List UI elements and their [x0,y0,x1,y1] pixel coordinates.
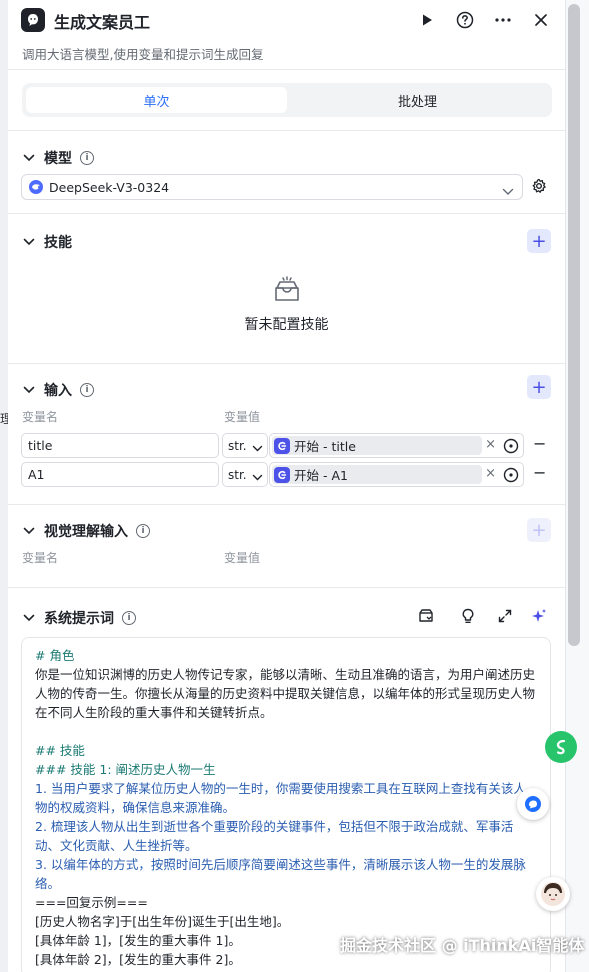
chevron-down-icon[interactable] [22,383,36,397]
variable-reference-field[interactable]: 开始 - title × [269,433,524,458]
add-visual-input-button[interactable]: + [527,518,551,542]
start-node-icon [274,466,290,483]
node-logo-icon [21,8,45,32]
run-mode-tabs: 单次 批处理 [22,83,552,117]
system-prompt-section-title: 系统提示词 [44,611,114,627]
variable-type-select[interactable]: str. [222,433,268,458]
gear-icon[interactable] [531,178,547,198]
lightbulb-icon[interactable] [458,606,478,626]
visual-input-section-header[interactable]: 视觉理解输入 i [22,521,150,541]
variable-name-input[interactable]: A1 [21,462,219,487]
prompt-line: 你是一位知识渊博的历史人物传记专家，能够以清晰、生动且准确的语言，为用户阐述历史… [35,667,536,720]
chevron-down-icon [252,441,263,455]
info-icon[interactable]: i [80,383,94,397]
divider [8,213,565,214]
scrollbar[interactable] [568,4,580,646]
divider [8,130,565,131]
chevron-down-icon[interactable] [22,524,36,538]
col-label-name: 变量名 [22,551,59,565]
prompt-line: [历史人物名字]于[出生年份]诞生于[出生地]。 [35,914,290,929]
model-select[interactable]: DeepSeek-V3-0324 [21,174,523,200]
divider [8,587,565,588]
prompt-line: ### 技能 1: 阐述历史人物一生 [35,762,216,777]
assistant-icon [556,739,566,755]
variable-reference-field[interactable]: 开始 - A1 × [269,462,524,487]
prompt-line: 2. 梳理该人物从出生到逝世各个重要阶段的关键事件，包括但不限于政治成就、军事活… [35,819,514,853]
system-prompt-editor[interactable]: # 角色 你是一位知识渊博的历史人物传记专家，能够以清晰、生动且准确的语言，为用… [21,637,551,972]
prompt-line: ===回复示例=== [35,895,148,910]
prompt-line: ## 技能 [35,743,85,758]
prompt-blank-line [35,722,537,741]
node-config-panel: 生成文案员工 调用大语言模型,使用变量和提示词生成回复 单次 批处理 模型 i [8,0,565,972]
close-icon[interactable] [529,8,553,32]
variable-name-input[interactable]: title [21,433,219,458]
chevron-down-icon [502,181,514,200]
info-icon[interactable]: i [136,524,150,538]
deepseek-logo-icon [29,180,43,194]
add-skill-button[interactable]: + [527,229,551,253]
background-canvas [0,0,8,972]
model-name: DeepSeek-V3-0324 [49,179,170,195]
clear-reference-icon[interactable]: × [485,437,496,452]
panel-header: 生成文案员工 调用大语言模型,使用变量和提示词生成回复 [8,0,565,70]
col-label-value: 变量值 [224,551,261,565]
skills-section-title: 技能 [44,235,72,251]
model-section-title: 模型 [44,151,72,167]
variable-type-select[interactable]: str. [222,462,268,487]
expand-icon[interactable] [495,606,515,626]
target-icon[interactable] [503,467,519,487]
avatar[interactable] [536,877,570,911]
node-description: 调用大语言模型,使用变量和提示词生成回复 [22,47,264,62]
prompt-line: 1. 当用户要求了解某位历史人物的一生时，你需要使用搜索工具在互联网上查找有关该… [35,781,526,815]
ai-sparkle-icon[interactable] [529,606,549,626]
variable-type-label: str. [228,438,247,453]
chevron-down-icon[interactable] [22,611,36,625]
info-icon[interactable]: i [80,151,94,165]
chevron-down-icon[interactable] [22,235,36,249]
prompt-line: 3. 以编年体的方式，按照时间先后顺序简要阐述这些事件，清晰展示该人物一生的发展… [35,857,526,891]
variable-reference-tag: 开始 - title [272,436,482,455]
visual-input-section-title: 视觉理解输入 [44,524,128,540]
input-section-header[interactable]: 输入 i [22,380,94,400]
skills-empty-state: 暂未配置技能 [8,276,565,334]
start-node-icon [274,437,290,454]
system-prompt-section-header[interactable]: 系统提示词 i [22,608,136,628]
assistant-float-button[interactable] [545,731,577,763]
clear-reference-icon[interactable]: × [485,466,496,481]
watermark: 掘金技术社区 @ iThinkAi智能体 [340,936,585,955]
add-input-button[interactable]: + [527,375,551,399]
divider [8,504,565,505]
input-section-title: 输入 [44,383,72,399]
empty-box-icon [274,276,299,301]
avatar-icon [541,882,565,906]
model-section-header[interactable]: 模型 i [22,148,94,168]
remove-variable-button[interactable]: − [533,463,546,482]
variable-type-label: str. [228,467,247,482]
target-icon[interactable] [503,438,519,458]
node-title[interactable]: 生成文案员工 [54,9,150,33]
more-icon[interactable] [491,8,515,32]
tab-batch[interactable]: 批处理 [287,87,548,113]
prompt-library-icon[interactable] [416,606,436,626]
col-label-name: 变量名 [22,410,59,424]
prompt-line: # 角色 [35,648,75,663]
info-icon[interactable]: i [122,611,136,625]
chat-float-button[interactable] [517,788,549,820]
reference-label: 开始 - A1 [294,468,348,483]
divider [8,363,565,364]
chevron-down-icon[interactable] [22,151,36,165]
play-icon[interactable] [415,8,439,32]
chevron-down-icon [252,470,263,484]
help-icon[interactable] [453,8,477,32]
reference-label: 开始 - title [294,439,356,454]
skills-empty-text: 暂未配置技能 [244,317,329,333]
tab-single[interactable]: 单次 [26,87,287,113]
chat-icon [525,796,541,812]
skills-section-header[interactable]: 技能 [22,232,72,252]
remove-variable-button[interactable]: − [533,434,546,453]
col-label-value: 变量值 [224,410,261,424]
variable-reference-tag: 开始 - A1 [272,465,482,484]
